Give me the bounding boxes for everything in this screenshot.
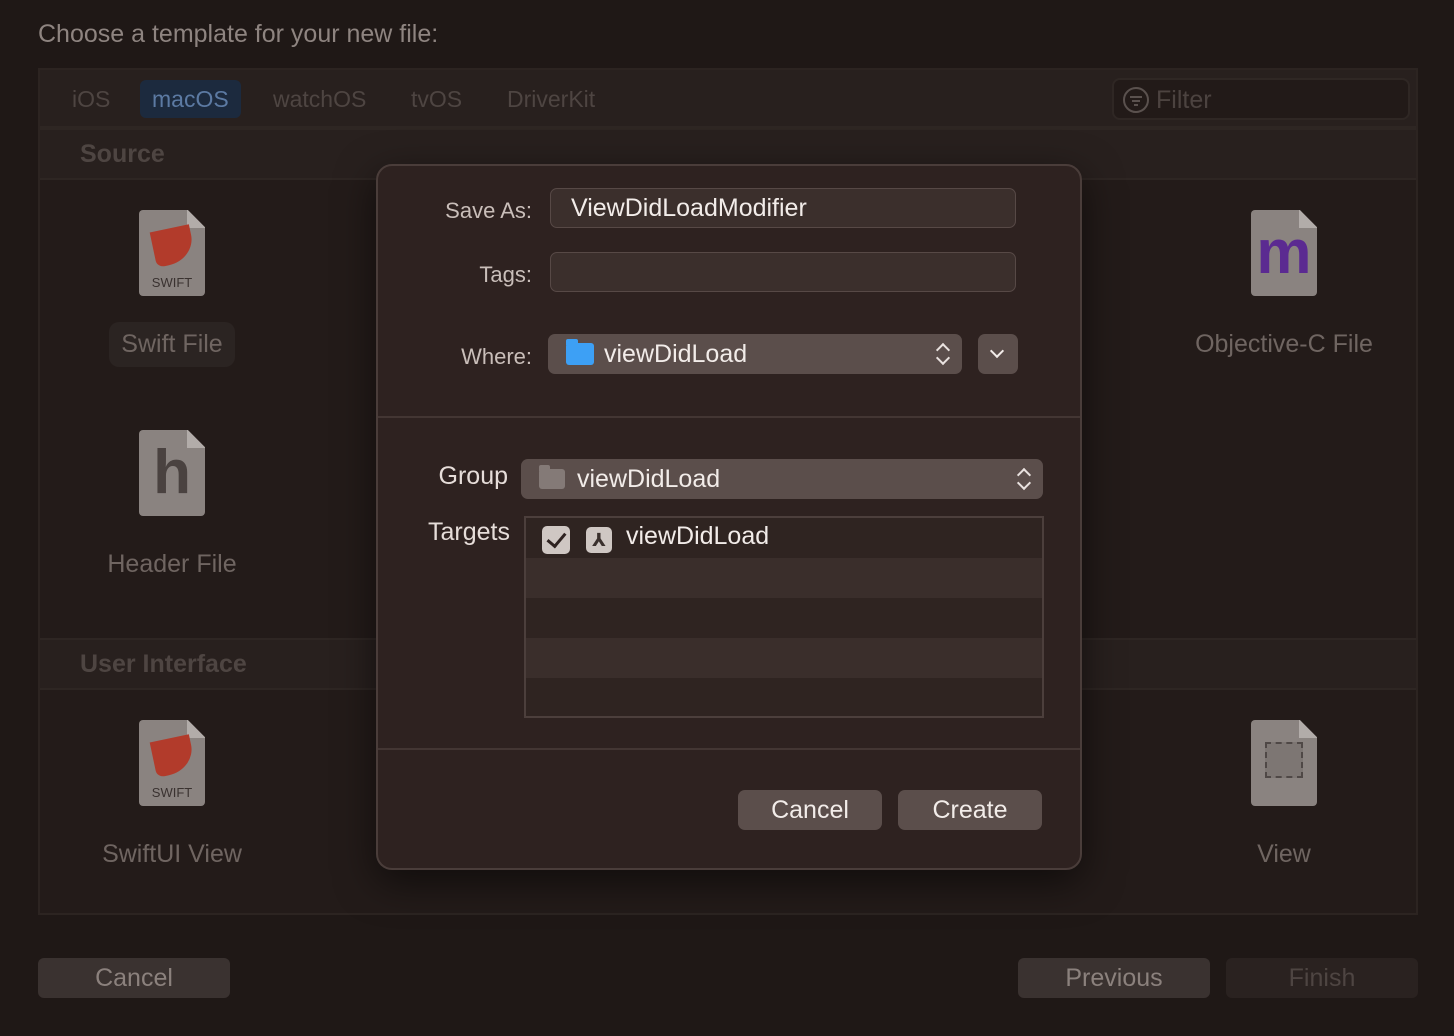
tab-tvos[interactable]: tvOS [399, 80, 474, 118]
group-popup[interactable]: viewDidLoad [521, 459, 1043, 499]
heading: Choose a template for your new file: [38, 20, 439, 48]
platform-bar: iOS macOS watchOS tvOS DriverKit Filter [40, 70, 1416, 128]
empty-row [526, 678, 1042, 718]
divider [378, 748, 1080, 750]
targets-label: Targets [428, 518, 510, 546]
finish-button[interactable]: Finish [1226, 958, 1418, 998]
group-label: Group [438, 462, 508, 490]
app-store-icon: ⅄ [586, 527, 612, 553]
tile-view[interactable]: View [1184, 720, 1384, 890]
filter-field[interactable]: Filter [1112, 78, 1410, 120]
target-checkbox[interactable] [542, 526, 570, 554]
tile-swift-file[interactable]: SWIFT Swift File [72, 210, 272, 380]
target-name: viewDidLoad [626, 522, 770, 550]
group-value: viewDidLoad [577, 465, 721, 493]
empty-row [526, 638, 1042, 678]
updown-chevron-icon [936, 342, 950, 366]
where-value: viewDidLoad [604, 340, 748, 368]
dialog-cancel-button[interactable]: Cancel [738, 790, 882, 830]
swift-logo-icon [149, 224, 197, 268]
tile-label: SwiftUI View [102, 840, 242, 868]
tags-label: Tags: [479, 262, 532, 287]
expand-button[interactable] [978, 334, 1018, 374]
section-title: User Interface [80, 650, 247, 678]
tile-label: View [1257, 840, 1311, 868]
header-file-icon: h [139, 430, 205, 516]
tile-label: Swift File [109, 322, 235, 367]
save-as-field[interactable]: ViewDidLoadModifier [550, 188, 1016, 228]
tile-objective-c-file[interactable]: m Objective-C File [1184, 210, 1384, 380]
tile-swiftui-view[interactable]: SWIFT SwiftUI View [72, 720, 272, 890]
cancel-button[interactable]: Cancel [38, 958, 230, 998]
swiftui-file-icon: SWIFT [139, 720, 205, 806]
tab-macos[interactable]: macOS [140, 80, 241, 118]
where-popup[interactable]: viewDidLoad [548, 334, 962, 374]
tags-field[interactable] [550, 252, 1016, 292]
chevron-down-icon [989, 343, 1005, 359]
tile-header-file[interactable]: h Header File [72, 430, 272, 600]
empty-row [526, 558, 1042, 598]
targets-list: ⅄ viewDidLoad [524, 516, 1044, 718]
tile-label: Header File [107, 550, 237, 578]
where-label: Where: [461, 344, 532, 369]
previous-button[interactable]: Previous [1018, 958, 1210, 998]
save-as-label: Save As: [445, 198, 532, 223]
save-sheet: Save As: ViewDidLoadModifier Tags: Where… [376, 164, 1082, 870]
filter-icon [1123, 87, 1149, 113]
folder-icon [539, 465, 565, 489]
tile-label: Objective-C File [1195, 330, 1373, 358]
view-file-icon [1251, 720, 1317, 806]
section-title: Source [80, 140, 165, 168]
target-row[interactable]: ⅄ viewDidLoad [526, 518, 1042, 558]
tab-ios[interactable]: iOS [60, 80, 122, 118]
filter-placeholder: Filter [1156, 86, 1212, 114]
create-button[interactable]: Create [898, 790, 1042, 830]
updown-chevron-icon [1017, 467, 1031, 491]
objc-file-icon: m [1251, 210, 1317, 296]
tab-driverkit[interactable]: DriverKit [495, 80, 607, 118]
divider [378, 416, 1080, 418]
tab-watchos[interactable]: watchOS [261, 80, 378, 118]
empty-row [526, 598, 1042, 638]
folder-icon [566, 339, 594, 365]
swift-file-icon: SWIFT [139, 210, 205, 296]
swift-logo-icon [149, 734, 197, 778]
